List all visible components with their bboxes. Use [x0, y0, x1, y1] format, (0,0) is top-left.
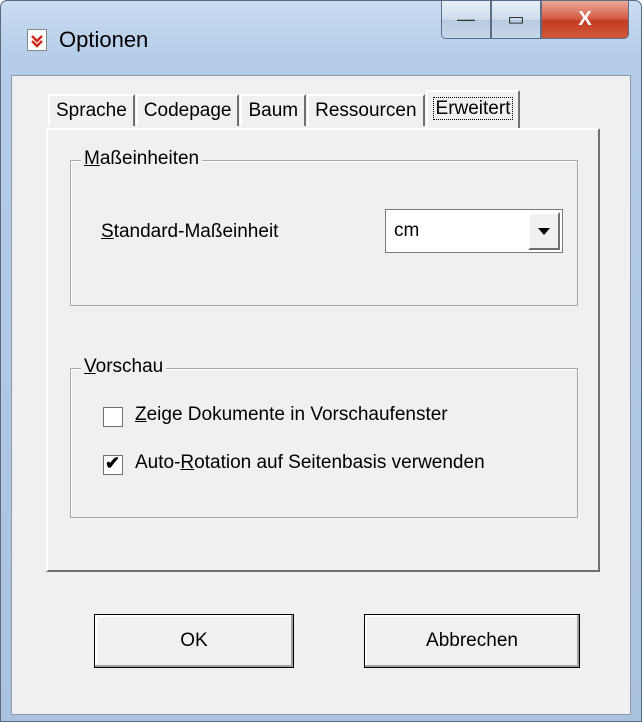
- minimize-button[interactable]: —: [441, 1, 491, 39]
- units-group-legend: Maßeinheiten: [81, 148, 203, 170]
- dropdown-arrow-button[interactable]: [528, 212, 560, 250]
- close-button[interactable]: X: [541, 1, 629, 39]
- chevron-down-icon: [538, 227, 550, 235]
- window-title: Optionen: [59, 27, 149, 52]
- app-icon: [27, 29, 47, 51]
- tab-panel-erweitert: Maßeinheiten Standard-Maßeinheit cm Vors…: [46, 128, 600, 572]
- dialog-client-area: Sprache Codepage Baum Ressourcen Erweite…: [11, 75, 631, 715]
- standard-unit-value: cm: [394, 220, 420, 241]
- preview-group: Vorschau Zeige Dokumente in Vorschaufens…: [70, 356, 578, 518]
- check-icon: ✔: [105, 453, 121, 473]
- show-docs-label[interactable]: Zeige Dokumente in Vorschaufenster: [135, 404, 448, 426]
- minimize-icon: —: [457, 9, 475, 29]
- auto-rotation-checkbox[interactable]: ✔: [103, 453, 123, 475]
- show-docs-checkbox[interactable]: [103, 407, 123, 427]
- standard-unit-dropdown[interactable]: cm: [385, 209, 563, 253]
- tab-ressourcen[interactable]: Ressourcen: [307, 94, 425, 126]
- tab-baum[interactable]: Baum: [240, 94, 307, 126]
- close-icon: X: [578, 8, 592, 30]
- tab-erweitert-label: Erweitert: [432, 97, 514, 120]
- ok-button[interactable]: OK: [94, 614, 294, 668]
- tab-sprache[interactable]: Sprache: [48, 94, 135, 126]
- maximize-icon: ▭: [507, 9, 525, 29]
- tab-erweitert[interactable]: Erweitert: [425, 90, 521, 128]
- units-group: Maßeinheiten Standard-Maßeinheit cm: [70, 148, 578, 306]
- maximize-button[interactable]: ▭: [491, 1, 541, 39]
- auto-rotation-label[interactable]: Auto-Rotation auf Seitenbasis verwenden: [135, 452, 485, 474]
- options-dialog: Optionen — ▭ X Sprache Codepage Baum Res…: [0, 0, 642, 722]
- tab-codepage[interactable]: Codepage: [135, 94, 240, 126]
- tab-strip: Sprache Codepage Baum Ressourcen Erweite…: [48, 90, 521, 128]
- preview-group-legend: Vorschau: [81, 356, 167, 378]
- title-bar[interactable]: Optionen — ▭ X: [1, 1, 641, 75]
- standard-unit-label: Standard-Maßeinheit: [101, 221, 279, 242]
- caption-buttons: — ▭ X: [441, 1, 629, 41]
- cancel-button[interactable]: Abbrechen: [364, 614, 580, 668]
